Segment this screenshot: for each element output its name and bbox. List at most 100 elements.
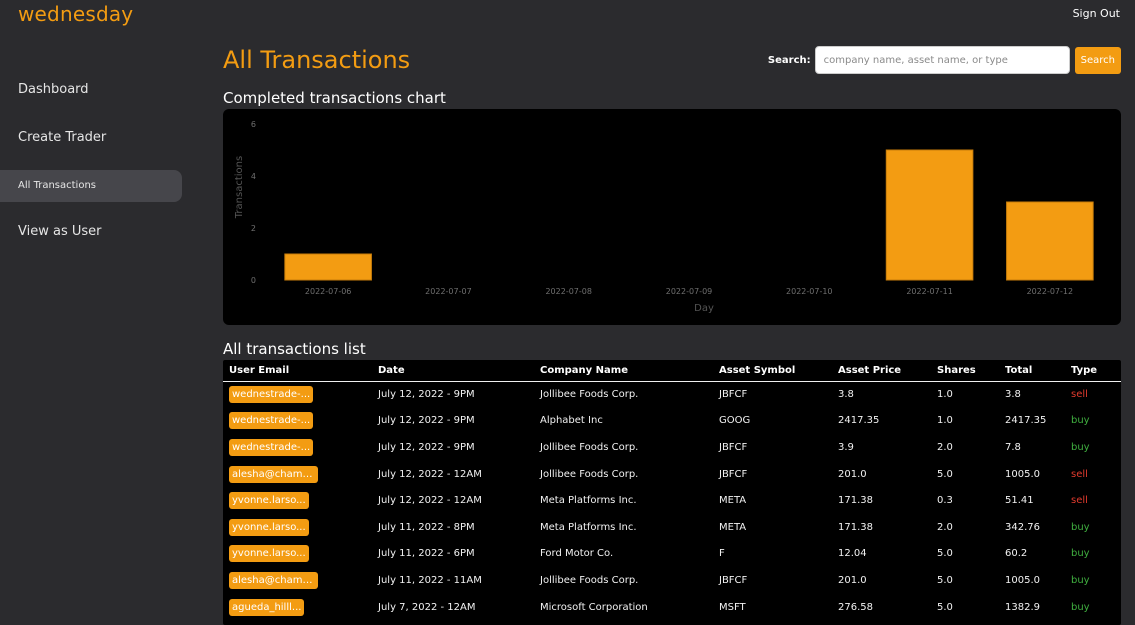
cell-date: July 12, 2022 - 9PM (378, 415, 475, 427)
col-header-shares: Shares (931, 360, 999, 382)
cell-symbol: MSFT (719, 601, 746, 613)
sidebar-item-view-as-user[interactable]: View as User (0, 216, 182, 248)
list-section-title: All transactions list (223, 340, 366, 358)
x-axis-label: Day (694, 303, 714, 314)
user-email-badge[interactable]: yvonne.larso... (229, 518, 309, 536)
y-tick-label: 2 (251, 224, 256, 233)
col-header-type: Type (1065, 360, 1121, 382)
chart-section-title: Completed transactions chart (223, 89, 446, 107)
transactions-table: User Email Date Company Name Asset Symbo… (223, 360, 1121, 625)
cell-type: buy (1071, 601, 1090, 613)
cell-symbol: JBFCF (719, 389, 748, 401)
cell-price: 201.0 (838, 468, 867, 480)
cell-total: 3.8 (1005, 389, 1021, 401)
table-row: wednestrade-... July 12, 2022 - 9PM Joll… (223, 381, 1121, 408)
user-email-badge[interactable]: wednestrade-... (229, 386, 314, 404)
cell-shares: 0.3 (937, 495, 953, 507)
x-tick-label: 2022-07-09 (666, 287, 713, 296)
cell-total: 60.2 (1005, 548, 1028, 560)
table-row: agueda_hilll... July 7, 2022 - 12AM Micr… (223, 594, 1121, 621)
transactions-chart: 0 2 4 6 2022-07-06 2022-07-07 2022-07-08 2022-0… (223, 109, 1121, 325)
y-axis-label: Transactions (234, 156, 245, 219)
cell-price: 12.04 (838, 548, 867, 560)
cell-company: Jollibee Foods Corp. (540, 468, 639, 480)
cell-price: 201.0 (838, 574, 867, 586)
col-header-date: Date (372, 360, 534, 382)
x-tick-label: 2022-07-08 (545, 287, 592, 296)
user-email-badge[interactable]: wednestrade-... (229, 412, 314, 430)
cell-date: July 12, 2022 - 9PM (378, 389, 475, 401)
chart-bar (284, 253, 372, 281)
sign-out-link[interactable]: Sign Out (1073, 7, 1120, 20)
sidebar-item-all-transactions[interactable]: All Transactions (0, 170, 182, 202)
cell-total: 7.8 (1005, 441, 1021, 453)
cell-type: sell (1071, 468, 1088, 480)
cell-company: Jollibee Foods Corp. (540, 441, 639, 453)
cell-company: Jollibee Foods Corp. (540, 389, 639, 401)
cell-company: Meta Platforms Inc. (540, 495, 637, 507)
col-header-user-email: User Email (223, 360, 372, 382)
cell-company: Alphabet Inc (540, 415, 603, 427)
y-tick-label: 4 (251, 172, 256, 181)
cell-total: 1005.0 (1005, 574, 1040, 586)
cell-total: 342.76 (1005, 521, 1040, 533)
cell-total: 2417.35 (1005, 415, 1047, 427)
chart-bar (1006, 201, 1094, 281)
cell-symbol: JBFCF (719, 441, 748, 453)
cell-symbol: JBFCF (719, 468, 748, 480)
cell-price: 3.9 (838, 441, 854, 453)
col-header-asset-symbol: Asset Symbol (713, 360, 832, 382)
cell-price: 3.8 (838, 389, 854, 401)
search-input[interactable] (814, 46, 1070, 74)
cell-price: 171.38 (838, 495, 873, 507)
cell-type: buy (1071, 548, 1090, 560)
cell-date: July 11, 2022 - 6PM (378, 548, 475, 560)
cell-price: 171.38 (838, 521, 873, 533)
x-tick-label: 2022-07-12 (1027, 287, 1074, 296)
user-email-badge[interactable]: yvonne.larso... (229, 492, 309, 510)
chart-bar (885, 149, 974, 281)
chart-canvas: 0 2 4 6 2022-07-06 2022-07-07 2022-07-08 2022-0… (234, 120, 1094, 314)
cell-type: sell (1071, 389, 1088, 401)
cell-symbol: F (719, 548, 725, 560)
cell-shares: 5.0 (937, 548, 953, 560)
page-title: All Transactions (223, 46, 411, 74)
brand-logo[interactable]: wednesday (18, 2, 133, 26)
cell-date: July 7, 2022 - 12AM (378, 601, 476, 613)
x-tick-label: 2022-07-11 (906, 287, 953, 296)
user-email-badge[interactable]: wednestrade-... (229, 438, 314, 456)
cell-shares: 5.0 (937, 468, 953, 480)
cell-date: July 11, 2022 - 8PM (378, 521, 475, 533)
table-header-row: User Email Date Company Name Asset Symbo… (223, 360, 1121, 382)
sidebar-item-dashboard[interactable]: Dashboard (0, 74, 182, 106)
cell-company: Microsoft Corporation (540, 601, 648, 613)
col-header-total: Total (999, 360, 1065, 382)
table-row: wednestrade-... July 12, 2022 - 9PM Joll… (223, 434, 1121, 461)
y-tick-label: 0 (251, 276, 256, 285)
col-header-company-name: Company Name (534, 360, 713, 382)
cell-type: buy (1071, 441, 1090, 453)
user-email-badge[interactable]: agueda_hilll... (229, 598, 305, 616)
y-tick-label: 6 (251, 120, 256, 129)
table-row: wednestrade-... July 12, 2022 - 9PM Alph… (223, 408, 1121, 435)
cell-date: July 12, 2022 - 12AM (378, 468, 482, 480)
cell-shares: 5.0 (937, 601, 953, 613)
cell-date: July 11, 2022 - 11AM (378, 574, 482, 586)
cell-type: buy (1071, 521, 1090, 533)
sidebar-item-create-trader[interactable]: Create Trader (0, 122, 182, 154)
table-row: yvonne.larso... July 12, 2022 - 12AM Met… (223, 487, 1121, 514)
search-button[interactable]: Search (1074, 46, 1121, 74)
cell-type: sell (1071, 495, 1088, 507)
table-row: alesha@champ... July 11, 2022 - 11AM Jol… (223, 567, 1121, 594)
cell-shares: 1.0 (937, 389, 953, 401)
cell-symbol: JBFCF (719, 574, 748, 586)
x-tick-label: 2022-07-07 (425, 287, 472, 296)
cell-shares: 1.0 (937, 415, 953, 427)
cell-total: 1005.0 (1005, 468, 1040, 480)
user-email-badge[interactable]: yvonne.larso... (229, 545, 309, 563)
cell-shares: 5.0 (937, 574, 953, 586)
table-row: yvonne.larso... July 11, 2022 - 6PM Ford… (223, 541, 1121, 568)
user-email-badge[interactable]: alesha@champ... (229, 571, 318, 589)
user-email-badge[interactable]: alesha@champ... (229, 465, 318, 483)
cell-total: 1382.9 (1005, 601, 1040, 613)
